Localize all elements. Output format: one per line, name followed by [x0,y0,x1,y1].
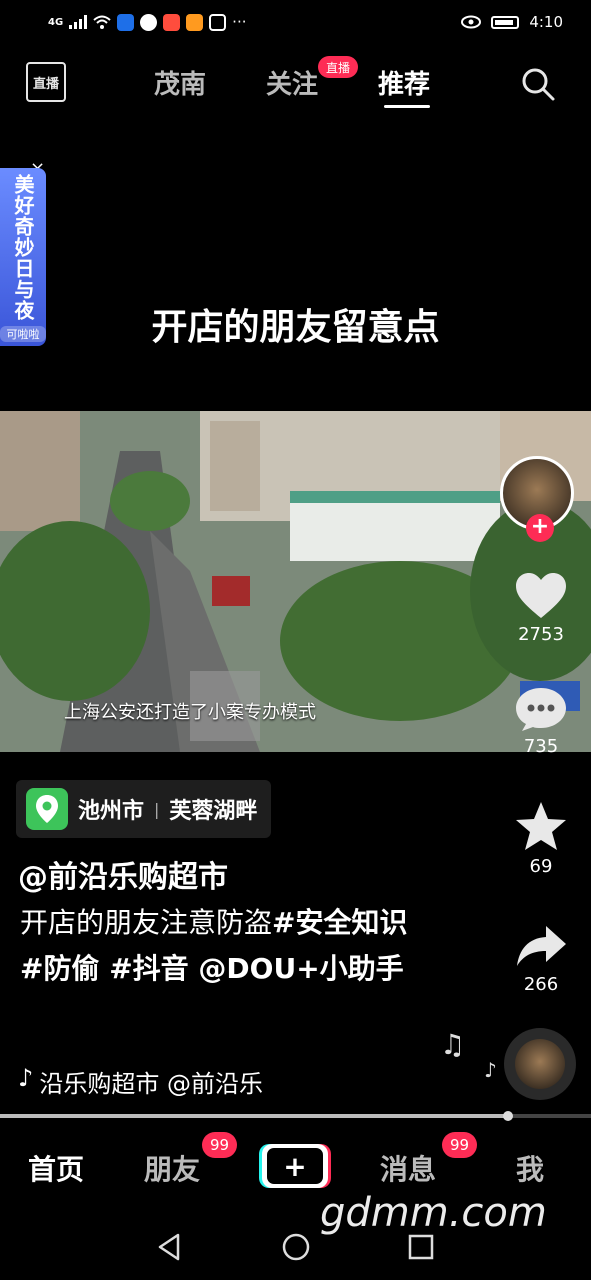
favorite-button[interactable]: 69 [508,800,574,877]
heart-icon [516,573,566,618]
music-note-icon: ♪ [18,1064,34,1092]
tab-home[interactable]: 首页 [28,1148,84,1188]
location-pin-icon [26,788,68,830]
video-app-icon [186,13,204,31]
tab-recommend[interactable]: 推荐 [378,64,430,101]
video-subtitle: 上海公安还打造了小案专办模式 [64,702,316,723]
location-separator: | [154,799,160,819]
share-count: 266 [523,974,559,995]
share-button[interactable]: 266 [508,922,574,995]
tab-following[interactable]: 关注 [266,64,318,101]
live-icon[interactable]: 直播 [26,62,66,102]
location-place: 芙蓉湖畔 [169,799,258,824]
tab-messages[interactable]: 消息 [380,1148,436,1188]
back-icon[interactable] [156,1232,182,1262]
video-caption: 开店的朋友留意点 [151,307,440,348]
tab-friends[interactable]: 朋友 [144,1148,200,1188]
home-circle-icon[interactable] [282,1232,310,1262]
eye-icon [461,15,482,29]
wifi-icon [93,15,111,29]
like-button[interactable]: 2753 [508,572,574,645]
video-progress-bar[interactable] [0,1111,591,1121]
description-text: 开店的朋友注意防盗 [20,906,273,939]
video-description: 开店的朋友注意防盗#安全知识 #防偷 #抖音 @DOU+小助手 [20,900,440,992]
follow-button[interactable]: + [526,514,554,542]
author-name[interactable]: @前沿乐购超市 [18,852,228,896]
plus-icon: + [267,1148,323,1184]
active-tab-indicator [384,105,430,108]
comment-button[interactable]: 735 [508,686,574,757]
globe-app-icon [140,13,158,31]
taobao-app-icon [163,13,181,31]
like-count: 2753 [518,624,564,645]
location-city: 池州市 [78,799,145,824]
floating-notes-icon: ♫ [440,1028,466,1061]
hand-app-icon [209,13,227,31]
search-icon[interactable] [520,66,556,102]
tab-me[interactable]: 我 [516,1148,544,1188]
status-bar: 4G ··· 4:10 [0,0,591,44]
floating-note-icon: ♪ [484,1058,497,1082]
share-arrow-icon [517,926,566,966]
shield-app-icon [117,13,135,31]
battery-icon [491,15,520,29]
author-avatar[interactable]: + [500,456,578,542]
location-tag[interactable]: 池州市 | 芙蓉湖畔 [16,780,272,838]
system-nav-bar [0,1218,591,1280]
music-cover [515,1039,565,1089]
favorite-count: 69 [529,856,553,877]
top-nav: 直播 茂南 关注 直播 推荐 [0,44,591,120]
clock: 4:10 [529,13,563,31]
music-title: 沿乐购超市 @前沿乐 [39,1070,263,1098]
star-icon [516,802,566,850]
progress-fill [0,1114,509,1118]
tab-local[interactable]: 茂南 [154,64,206,101]
comment-count: 735 [523,736,559,757]
music-info[interactable]: ♪ 沿乐购超市 @前沿乐 [18,1064,318,1099]
more-notifications-icon: ··· [232,13,247,31]
signal-icon [69,15,88,29]
messages-badge: 99 [442,1132,478,1158]
comment-icon [516,688,566,731]
create-button[interactable]: + [262,1144,328,1188]
music-disc[interactable] [504,1028,576,1100]
live-badge: 直播 [318,56,359,78]
network-label: 4G [48,16,64,28]
recents-icon[interactable] [408,1232,434,1262]
friends-badge: 99 [202,1132,238,1158]
